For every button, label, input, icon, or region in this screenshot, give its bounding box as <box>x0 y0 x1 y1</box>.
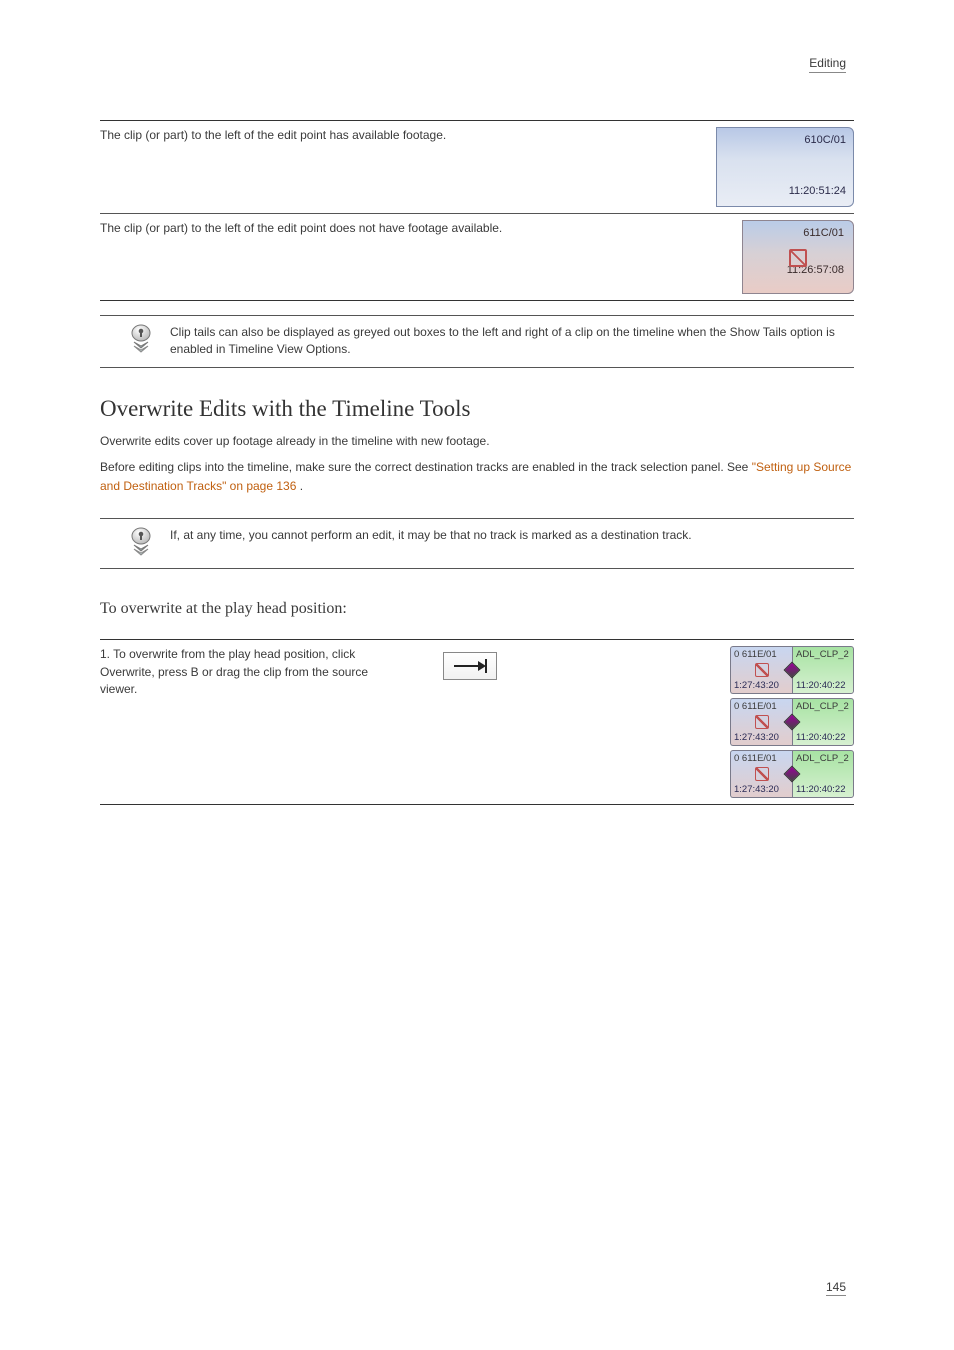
timeline-track-row: 0 611E/01 1:27:43:20 ADL_CLP_2 11:20:40:… <box>730 750 854 798</box>
clip-name: ADL_CLP_2 <box>796 649 850 660</box>
clip-name: 0 611E/01 <box>734 649 789 660</box>
sub-heading: To overwrite at the play head position: <box>100 597 854 622</box>
page-footer: 145 <box>826 1280 846 1294</box>
timeline-example: 0 611E/01 1:27:43:20 ADL_CLP_2 11:20:40:… <box>730 646 854 798</box>
clip-name: ADL_CLP_2 <box>796 701 850 712</box>
clip-name: 0 611E/01 <box>734 701 789 712</box>
no-footage-icon <box>789 249 807 267</box>
clip-segment: ADL_CLP_2 11:20:40:22 <box>792 646 854 694</box>
step-text: 1. To overwrite from the play head posit… <box>100 646 380 698</box>
clip-name: 610C/01 <box>724 132 846 149</box>
tip-text: If, at any time, you cannot perform an e… <box>170 527 850 544</box>
clip-name: 611C/01 <box>750 225 846 242</box>
no-footage-icon <box>755 767 769 781</box>
clip-timecode: 11:20:40:22 <box>796 784 850 795</box>
clip-name: ADL_CLP_2 <box>796 753 850 764</box>
timeline-track-row: 0 611E/01 1:27:43:20 ADL_CLP_2 11:20:40:… <box>730 698 854 746</box>
clip-segment: 0 611E/01 1:27:43:20 <box>730 698 792 746</box>
header-section-label: Editing <box>809 56 846 73</box>
clip-segment: 0 611E/01 1:27:43:20 <box>730 750 792 798</box>
overwrite-button-icon <box>443 652 497 680</box>
clip-segment: ADL_CLP_2 11:20:40:22 <box>792 698 854 746</box>
table-row-text: The clip (or part) to the left of the ed… <box>100 127 716 144</box>
no-footage-icon <box>755 663 769 677</box>
clip-timecode: 1:27:43:20 <box>734 680 789 691</box>
clip-timecode: 1:27:43:20 <box>734 732 789 743</box>
timeline-track-row: 0 611E/01 1:27:43:20 ADL_CLP_2 11:20:40:… <box>730 646 854 694</box>
page-number: 145 <box>826 1280 846 1296</box>
clip-segment: ADL_CLP_2 11:20:40:22 <box>792 750 854 798</box>
clip-timecode: 11:20:40:22 <box>796 732 850 743</box>
clip-tail-available: 610C/01 11:20:51:24 <box>716 127 854 207</box>
clip-timecode: 11:20:51:24 <box>724 183 846 200</box>
body-paragraph: Overwrite edits cover up footage already… <box>100 432 854 451</box>
text-span: . <box>300 479 303 493</box>
table-row-text: The clip (or part) to the left of the ed… <box>100 220 742 237</box>
clip-name: 0 611E/01 <box>734 753 789 764</box>
clip-timecode: 11:20:40:22 <box>796 680 850 691</box>
clip-timecode: 1:27:43:20 <box>734 784 789 795</box>
body-paragraph: Before editing clips into the timeline, … <box>100 458 854 495</box>
tip-icon <box>128 527 156 560</box>
clip-tail-unavailable: 611C/01 11:26:57:08 <box>742 220 854 294</box>
text-span: Before editing clips into the timeline, … <box>100 460 752 474</box>
tip-text: Clip tails can also be displayed as grey… <box>170 324 850 359</box>
no-footage-icon <box>755 715 769 729</box>
clip-segment: 0 611E/01 1:27:43:20 <box>730 646 792 694</box>
tip-icon <box>128 324 156 357</box>
section-heading: Overwrite Edits with the Timeline Tools <box>100 396 854 422</box>
